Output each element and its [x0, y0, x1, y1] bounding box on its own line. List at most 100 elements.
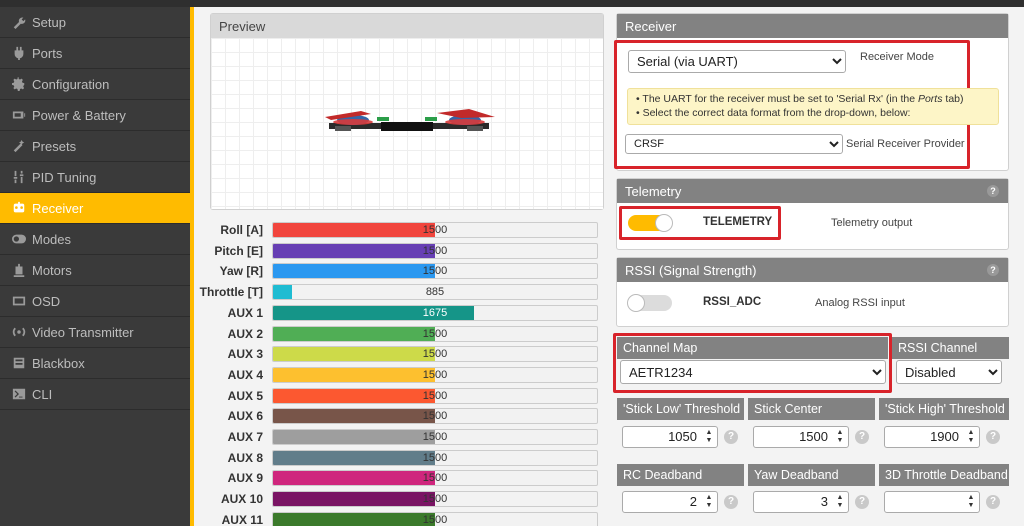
channel-value: 1500	[422, 327, 448, 340]
quadcopter-model	[325, 109, 495, 131]
toggle-icon	[11, 231, 27, 247]
channel-bar-track: 1500	[272, 222, 598, 238]
plug-icon	[11, 45, 27, 61]
sidebar-item-label: Power & Battery	[32, 107, 126, 123]
model-preview	[211, 38, 603, 209]
channel-value: 1500	[422, 244, 448, 257]
sidebar-item-ports[interactable]: Ports	[0, 38, 190, 69]
sidebar-item-pid-tuning[interactable]: PID Tuning	[0, 162, 190, 193]
sidebar-item-modes[interactable]: Modes	[0, 224, 190, 255]
help-icon[interactable]: ?	[986, 430, 1000, 444]
deadbands-label: RC Deadband	[617, 464, 744, 486]
rssi-toggle-label: RSSI_ADC	[703, 296, 762, 308]
channel-bar-track: 1500	[272, 325, 598, 342]
sidebar-item-blackbox[interactable]: Blackbox	[0, 348, 190, 379]
preview-title: Preview	[211, 14, 603, 38]
channel-map-highlight-box	[613, 333, 892, 393]
help-icon[interactable]: ?	[724, 495, 738, 509]
rssi-channel-title: RSSI Channel	[892, 337, 1009, 359]
channel-label: AUX 6	[227, 409, 263, 424]
channel-value: 1500	[422, 389, 448, 402]
channel-row: AUX 3 1500	[194, 345, 598, 363]
spinner-arrows-icon[interactable]: ▲ ▼	[966, 429, 976, 445]
channel-value: 1675	[422, 306, 448, 319]
sidebar-item-label: Blackbox	[32, 355, 85, 371]
sidebar-item-label: OSD	[32, 293, 61, 309]
channel-label: AUX 3	[227, 347, 263, 362]
help-icon[interactable]: ?	[986, 495, 1000, 509]
channel-value: 1500	[422, 451, 448, 464]
thresholds-input[interactable]: 1050 ▲ ▼	[622, 426, 718, 448]
sidebar-item-motors[interactable]: Motors	[0, 255, 190, 286]
sidebar-item-label: Ports	[32, 45, 63, 61]
help-icon[interactable]: ?	[987, 264, 999, 276]
receiver-title: Receiver	[617, 14, 1008, 38]
spinner-arrows-icon[interactable]: ▲ ▼	[835, 429, 845, 445]
channel-bar-track: 1500	[272, 346, 598, 363]
help-icon[interactable]: ?	[987, 185, 999, 197]
channel-label: AUX 1	[227, 305, 263, 320]
thresholds-input[interactable]: 1500 ▲ ▼	[753, 426, 849, 448]
channel-value: 1500	[422, 368, 448, 381]
help-icon[interactable]: ?	[855, 430, 869, 444]
spinner-arrows-icon[interactable]: ▲ ▼	[704, 429, 714, 445]
channel-label: Roll [A]	[220, 223, 263, 237]
rssi-channel-select[interactable]: Disabled	[896, 360, 1002, 384]
wand-icon	[11, 138, 27, 154]
spinner-arrows-icon[interactable]: ▲ ▼	[835, 494, 845, 510]
deadbands-input[interactable]: 3 ▲ ▼	[753, 491, 849, 513]
osd-icon	[11, 293, 27, 309]
wrench-icon	[11, 14, 27, 30]
sidebar-item-power-battery[interactable]: Power & Battery	[0, 100, 190, 131]
channel-label: AUX 7	[227, 430, 263, 444]
channel-row: AUX 5 1500	[194, 387, 598, 405]
channel-bar-track: 1500	[272, 429, 598, 445]
channel-row: Roll [A] 1500	[194, 221, 598, 239]
sidebar-item-configuration[interactable]: Configuration	[0, 69, 190, 100]
toggle-knob	[655, 214, 673, 232]
deadbands-input[interactable]: 2 ▲ ▼	[622, 491, 718, 513]
receiver-mode-select[interactable]: Serial (via UART)	[628, 50, 846, 73]
battery-icon	[11, 107, 27, 123]
channel-row: AUX 8 1500	[194, 449, 598, 467]
sidebar-item-cli[interactable]: CLI	[0, 379, 190, 410]
spinner-arrows-icon[interactable]: ▲ ▼	[966, 494, 976, 510]
help-icon[interactable]: ?	[855, 495, 869, 509]
deadbands-label: 3D Throttle Deadband	[879, 464, 1009, 486]
channel-label: AUX 8	[227, 450, 263, 465]
sidebar-item-label: Configuration	[32, 76, 110, 92]
channel-value: 1500	[422, 224, 448, 236]
sidebar-item-setup[interactable]: Setup	[0, 7, 190, 38]
channel-row: Throttle [T] 885	[194, 283, 598, 301]
channel-value: 1500	[422, 431, 448, 443]
preview-panel: Preview	[210, 13, 604, 210]
telemetry-toggle[interactable]	[628, 214, 673, 232]
sidebar-item-label: Motors	[32, 262, 72, 278]
sidebar-item-presets[interactable]: Presets	[0, 131, 190, 162]
rssi-panel: RSSI (Signal Strength) ?	[616, 257, 1009, 327]
channel-value: 1500	[422, 472, 448, 485]
spinner-arrows-icon[interactable]: ▲ ▼	[704, 494, 714, 510]
channel-value: 1500	[422, 348, 448, 361]
channel-value: 1500	[422, 513, 448, 526]
channel-label: Pitch [E]	[214, 243, 263, 258]
channel-bar-track: 1500	[272, 242, 598, 259]
receiver-hint: • The UART for the receiver must be set …	[627, 88, 999, 125]
thresholds-input[interactable]: 1900 ▲ ▼	[884, 426, 980, 448]
sidebar-item-label: Receiver	[32, 200, 84, 216]
channel-row: AUX 2 1500	[194, 325, 598, 343]
sidebar-item-osd[interactable]: OSD	[0, 286, 190, 317]
serial-provider-select[interactable]: CRSF	[625, 134, 843, 154]
hint-line-2: • Select the correct data format from th…	[636, 107, 911, 119]
channel-label: AUX 2	[227, 326, 263, 341]
gear-icon	[11, 76, 27, 92]
sidebar-item-label: Presets	[32, 138, 77, 154]
sidebar-item-receiver[interactable]: Receiver	[0, 193, 190, 224]
channel-value: 1500	[422, 410, 448, 423]
deadbands-input[interactable]: ▲ ▼	[884, 491, 980, 513]
telemetry-toggle-label: TELEMETRY	[703, 216, 773, 228]
sidebar-item-video-transmitter[interactable]: Video Transmitter	[0, 317, 190, 348]
help-icon[interactable]: ?	[724, 430, 738, 444]
channel-bar-track: 1500	[272, 491, 598, 508]
rssi-toggle[interactable]	[627, 294, 672, 312]
